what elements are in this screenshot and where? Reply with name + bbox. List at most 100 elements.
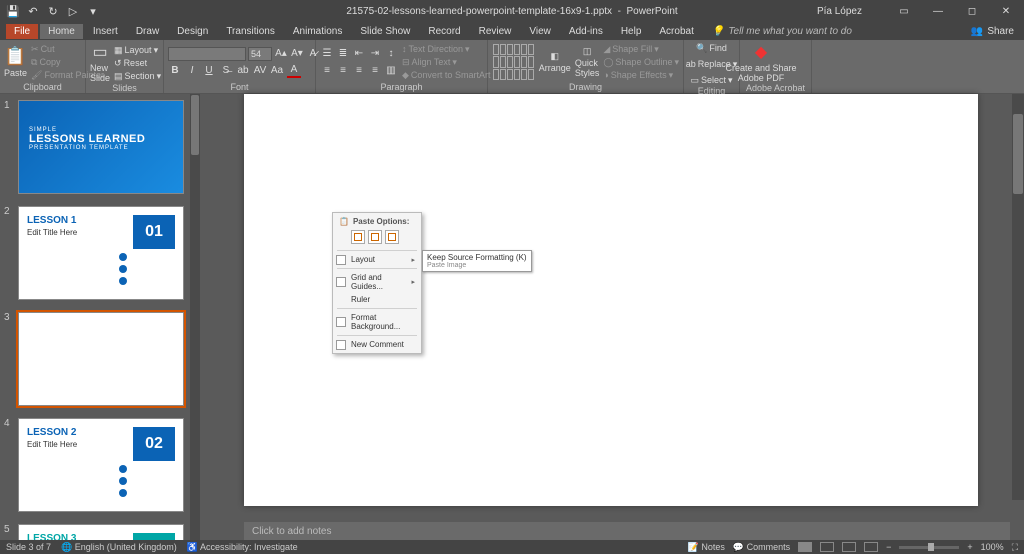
ctx-layout[interactable]: Layout▸: [333, 253, 421, 266]
ctx-new-comment[interactable]: New Comment: [333, 338, 421, 351]
layout-button[interactable]: ▦Layout▾: [114, 44, 161, 56]
paste-keep-source-formatting[interactable]: [368, 230, 382, 244]
font-color-button[interactable]: A: [287, 64, 301, 78]
tell-me-search[interactable]: 💡 Tell me what you want to do: [712, 26, 852, 37]
zoom-in-button[interactable]: +: [967, 542, 972, 552]
outline-icon: ◯: [603, 56, 613, 68]
fit-to-window-button[interactable]: ⛶: [1012, 542, 1018, 553]
increase-font-icon[interactable]: A▴: [274, 47, 288, 61]
paste-button[interactable]: 📋 Paste: [4, 46, 27, 78]
paste-picture[interactable]: [385, 230, 399, 244]
view-slideshow-button[interactable]: [864, 542, 878, 552]
view-normal-button[interactable]: [798, 542, 812, 552]
save-icon[interactable]: 💾: [6, 4, 20, 18]
editor-scrollbar[interactable]: [1012, 94, 1024, 500]
user-name[interactable]: Pía López: [817, 6, 862, 17]
status-slide-number[interactable]: Slide 3 of 7: [6, 542, 51, 552]
quick-styles-button[interactable]: ◫Quick Styles: [575, 46, 600, 78]
user-avatar-icon[interactable]: [868, 3, 884, 19]
columns-button[interactable]: ▥: [384, 64, 398, 78]
thumbnail-1[interactable]: 1 SIMPLE LESSONS LEARNED PRESENTATION TE…: [0, 94, 200, 200]
ctx-grid-guides[interactable]: Grid and Guides...▸: [333, 271, 421, 293]
increase-indent-button[interactable]: ⇥: [368, 47, 382, 61]
tab-insert[interactable]: Insert: [85, 24, 126, 39]
bullets-button[interactable]: ☰: [320, 47, 334, 61]
case-button[interactable]: Aa: [270, 64, 284, 78]
effects-icon: ◑: [603, 69, 608, 81]
align-text-button[interactable]: ⊟Align Text▾: [402, 56, 497, 68]
paste-icon: 📋: [339, 217, 349, 226]
tab-addins[interactable]: Add-ins: [561, 24, 611, 39]
align-left-button[interactable]: ≡: [320, 64, 334, 78]
tab-record[interactable]: Record: [420, 24, 468, 39]
context-menu: 📋 Paste Options: Layout▸ Grid and Guides…: [332, 212, 422, 354]
text-direction-button[interactable]: ↕Text Direction▾: [402, 43, 497, 55]
tab-transitions[interactable]: Transitions: [218, 24, 283, 39]
numbering-button[interactable]: ≣: [336, 47, 350, 61]
tab-slideshow[interactable]: Slide Show: [352, 24, 418, 39]
minimize-button[interactable]: —: [924, 0, 952, 22]
thumbnail-4[interactable]: 4 LESSON 2 Edit Title Here 02: [0, 412, 200, 518]
tab-draw[interactable]: Draw: [128, 24, 167, 39]
line-spacing-button[interactable]: ↕: [384, 47, 398, 61]
bold-button[interactable]: B: [168, 64, 182, 78]
ctx-ruler[interactable]: Ruler: [333, 293, 421, 306]
font-size-input[interactable]: [248, 47, 272, 61]
reset-button[interactable]: ↺Reset: [114, 57, 161, 69]
close-button[interactable]: ✕: [992, 0, 1020, 22]
shapes-gallery[interactable]: [492, 43, 535, 81]
thumbnail-scrollbar[interactable]: [190, 94, 200, 540]
paste-use-destination-theme[interactable]: [351, 230, 365, 244]
tab-home[interactable]: Home: [40, 24, 83, 39]
tab-animations[interactable]: Animations: [285, 24, 350, 39]
tab-review[interactable]: Review: [471, 24, 520, 39]
find-button[interactable]: 🔍Find: [696, 42, 727, 54]
ctx-format-background[interactable]: Format Background...: [333, 311, 421, 333]
zoom-slider[interactable]: [899, 546, 959, 549]
shadow-button[interactable]: ab: [236, 64, 250, 78]
redo-icon[interactable]: ↻: [46, 4, 60, 18]
new-slide-button[interactable]: ▭ New Slide: [90, 42, 110, 83]
decrease-font-icon[interactable]: A▾: [290, 47, 304, 61]
fill-icon: ◢: [603, 43, 610, 55]
status-accessibility[interactable]: ♿ Accessibility: Investigate: [187, 542, 298, 553]
create-adobe-pdf-button[interactable]: ◆ Create and Share Adobe PDF: [744, 42, 778, 83]
tab-design[interactable]: Design: [169, 24, 216, 39]
status-comments-button[interactable]: 💬 Comments: [733, 542, 790, 553]
view-sorter-button[interactable]: [820, 542, 834, 552]
tab-file[interactable]: File: [6, 24, 38, 39]
zoom-level[interactable]: 100%: [981, 542, 1004, 552]
spacing-button[interactable]: AV: [253, 64, 267, 78]
status-language[interactable]: 🌐 English (United Kingdom): [61, 542, 177, 553]
align-right-button[interactable]: ≡: [352, 64, 366, 78]
shape-effects-button[interactable]: ◑Shape Effects▾: [603, 69, 679, 81]
undo-icon[interactable]: ↶: [26, 4, 40, 18]
thumbnail-3[interactable]: 3: [0, 306, 200, 412]
thumbnail-5[interactable]: 5 LESSON 3 Edit Title Here 03: [0, 518, 200, 540]
view-reading-button[interactable]: [842, 542, 856, 552]
qat-more-icon[interactable]: ▾: [86, 4, 100, 18]
italic-button[interactable]: I: [185, 64, 199, 78]
maximize-button[interactable]: ◻: [958, 0, 986, 22]
strike-button[interactable]: S̶: [219, 64, 233, 78]
tab-help[interactable]: Help: [613, 24, 650, 39]
font-name-input[interactable]: [168, 47, 246, 61]
start-slideshow-icon[interactable]: ▷: [66, 4, 80, 18]
shape-fill-button[interactable]: ◢Shape Fill▾: [603, 43, 679, 55]
section-button[interactable]: ▤Section▾: [114, 70, 161, 82]
shape-outline-button[interactable]: ◯Shape Outline▾: [603, 56, 679, 68]
thumbnail-2[interactable]: 2 LESSON 1 Edit Title Here 01: [0, 200, 200, 306]
decrease-indent-button[interactable]: ⇤: [352, 47, 366, 61]
tab-view[interactable]: View: [521, 24, 559, 39]
justify-button[interactable]: ≡: [368, 64, 382, 78]
underline-button[interactable]: U: [202, 64, 216, 78]
notes-pane[interactable]: Click to add notes: [244, 518, 1010, 540]
tab-acrobat[interactable]: Acrobat: [651, 24, 701, 39]
arrange-button[interactable]: ◧Arrange: [539, 51, 571, 73]
status-notes-button[interactable]: 📝 Notes: [688, 542, 725, 553]
align-center-button[interactable]: ≡: [336, 64, 350, 78]
ribbon-options-icon[interactable]: ▭: [890, 0, 918, 22]
zoom-out-button[interactable]: −: [886, 542, 891, 552]
convert-smartart-button[interactable]: ◆Convert to SmartArt▾: [402, 69, 497, 81]
share-button[interactable]: 👥 Share: [971, 26, 1014, 37]
